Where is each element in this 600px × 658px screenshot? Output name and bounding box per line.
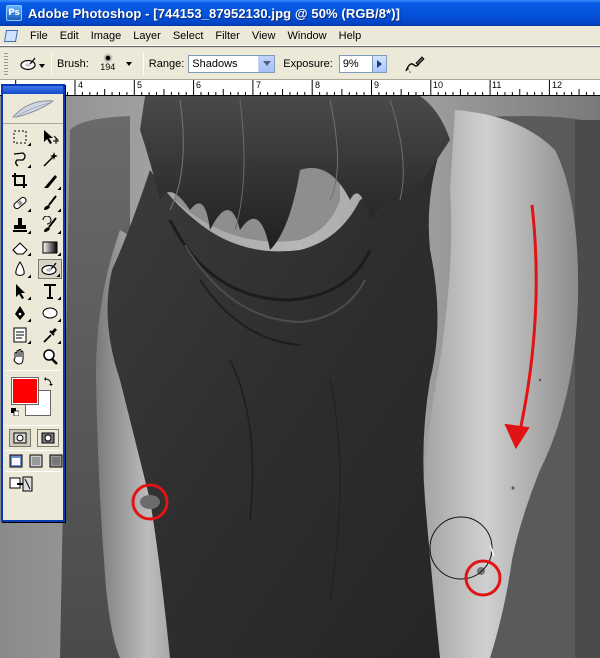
clone-stamp-icon[interactable] xyxy=(8,215,32,235)
swap-colors-icon[interactable] xyxy=(43,377,53,387)
ruler-number: 12 xyxy=(552,80,563,90)
eyedropper-icon[interactable] xyxy=(38,325,62,345)
chevron-right-icon xyxy=(376,59,382,68)
blur-tool-icon[interactable] xyxy=(8,259,32,279)
edit-mode-row xyxy=(3,429,63,447)
horizontal-ruler[interactable]: 4 5 6 7 8 9 10 11 12 xyxy=(0,80,600,96)
brush-size: 194 xyxy=(100,61,116,72)
brush-tool-icon[interactable] xyxy=(38,193,62,213)
exposure-slider-button[interactable] xyxy=(372,54,387,73)
ruler-number: 9 xyxy=(374,80,380,90)
ruler-number: 8 xyxy=(315,80,321,90)
toolbox-titlebar[interactable] xyxy=(3,86,63,94)
exposure-value: 9% xyxy=(342,57,359,70)
brush-tip-icon xyxy=(105,55,110,60)
menu-select[interactable]: Select xyxy=(167,30,210,42)
eraser-tool-icon[interactable] xyxy=(8,237,32,257)
standard-mode-button[interactable] xyxy=(9,429,31,447)
marquee-tool-icon[interactable] xyxy=(8,127,32,147)
default-colors-icon[interactable] xyxy=(11,408,19,416)
ellipse-shape-icon[interactable] xyxy=(38,303,62,323)
magic-wand-icon[interactable] xyxy=(38,149,62,169)
lasso-tool-icon[interactable] xyxy=(8,149,32,169)
range-label: Range: xyxy=(148,57,185,70)
zoom-tool-icon[interactable] xyxy=(38,347,62,367)
toolbox-panel xyxy=(1,84,65,522)
airbrush-toggle[interactable] xyxy=(401,51,427,77)
separator xyxy=(142,52,144,75)
menu-layer[interactable]: Layer xyxy=(127,30,167,42)
full-screen-menu-icon[interactable] xyxy=(29,454,43,468)
divider xyxy=(6,471,60,472)
document-canvas[interactable] xyxy=(0,96,600,658)
move-tool-icon[interactable] xyxy=(38,127,62,147)
jump-to-imageready-row xyxy=(3,475,63,493)
quick-mask-mode-button[interactable] xyxy=(37,429,59,447)
notes-tool-icon[interactable] xyxy=(8,325,32,345)
menu-help[interactable]: Help xyxy=(333,30,368,42)
standard-mode-icon xyxy=(13,432,27,444)
menu-bar: File Edit Image Layer Select Filter View… xyxy=(0,26,600,46)
dodge-tool-icon[interactable] xyxy=(38,259,62,279)
ruler-number: 5 xyxy=(137,80,143,90)
adobe-feather-icon[interactable] xyxy=(3,94,63,124)
path-selection-icon[interactable] xyxy=(8,281,32,301)
chevron-down-icon[interactable] xyxy=(258,55,275,72)
dodge-tool-icon xyxy=(20,57,36,70)
exposure-label: Exposure: xyxy=(283,57,333,70)
history-brush-icon[interactable] xyxy=(38,215,62,235)
menu-file[interactable]: File xyxy=(24,30,54,42)
ruler-ticks xyxy=(15,80,595,95)
pen-tool-icon[interactable] xyxy=(8,303,32,323)
crop-tool-icon[interactable] xyxy=(8,171,32,191)
brush-preview[interactable]: 194 xyxy=(93,51,123,77)
options-bar-grip[interactable] xyxy=(4,52,8,75)
full-screen-icon[interactable] xyxy=(49,454,63,468)
photoshop-icon: Ps xyxy=(6,5,22,21)
divider xyxy=(6,425,60,426)
range-value: Shadows xyxy=(192,57,238,70)
type-tool-icon[interactable] xyxy=(38,281,62,301)
screen-mode-row xyxy=(3,454,63,468)
airbrush-icon xyxy=(405,55,425,73)
ruler-number: 11 xyxy=(492,80,502,90)
healing-brush-icon[interactable] xyxy=(8,193,32,213)
standard-screen-mode-icon[interactable] xyxy=(9,454,23,468)
ruler-number: 6 xyxy=(196,80,202,90)
slice-tool-icon[interactable] xyxy=(38,171,62,191)
brush-label: Brush: xyxy=(57,57,89,70)
title-bar: Ps Adobe Photoshop - [744153_87952130.jp… xyxy=(0,0,600,26)
menu-edit[interactable]: Edit xyxy=(54,30,85,42)
separator xyxy=(51,52,52,75)
jump-to-imageready-icon[interactable] xyxy=(9,475,33,493)
tool-preset-picker[interactable] xyxy=(12,52,46,76)
range-select[interactable]: Shadows xyxy=(188,54,276,73)
quick-mask-icon xyxy=(41,432,55,444)
foreground-color-swatch[interactable] xyxy=(11,377,39,405)
options-bar: Brush: 194 Range: Shadows Exposure: 9% xyxy=(0,47,600,80)
menu-view[interactable]: View xyxy=(246,30,282,42)
chevron-down-icon xyxy=(39,63,45,68)
hand-tool-icon[interactable] xyxy=(8,347,32,367)
menu-window[interactable]: Window xyxy=(282,30,333,42)
photo-image xyxy=(0,96,600,658)
window-title: Adobe Photoshop - [744153_87952130.jpg @… xyxy=(28,5,401,21)
menu-filter[interactable]: Filter xyxy=(209,30,245,42)
exposure-input[interactable]: 9% xyxy=(338,54,373,73)
divider xyxy=(6,370,60,371)
ruler-number: 10 xyxy=(433,80,444,90)
gradient-tool-icon[interactable] xyxy=(38,237,62,257)
ruler-number: 4 xyxy=(78,80,84,90)
color-swatches xyxy=(3,374,63,422)
divider xyxy=(6,450,60,451)
ruler-number: 7 xyxy=(256,80,262,90)
brush-dropdown-arrow[interactable] xyxy=(125,61,132,66)
menu-image[interactable]: Image xyxy=(85,30,128,42)
document-icon[interactable] xyxy=(4,29,18,43)
